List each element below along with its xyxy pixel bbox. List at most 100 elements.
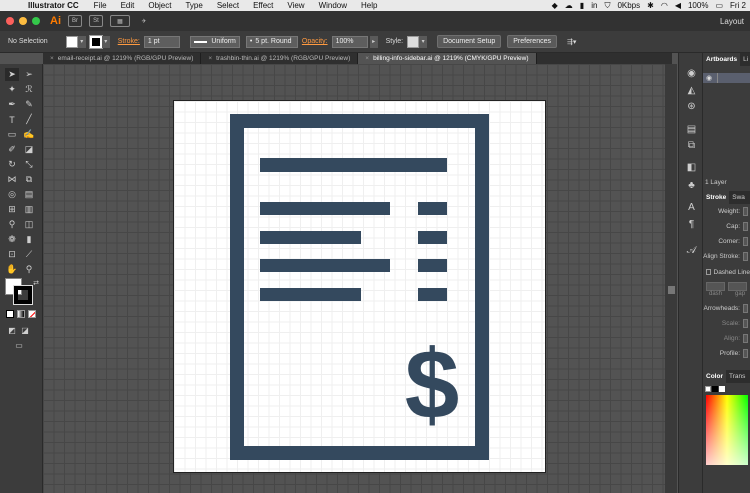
brush-definition[interactable]: • 5 pt. Round [245, 35, 298, 48]
tab-libraries[interactable]: Li [740, 56, 750, 63]
paintbrush-tool-icon[interactable]: ✍ [22, 128, 36, 141]
dropbox-icon[interactable]: ◆ [552, 1, 558, 10]
minimize-window-button[interactable] [19, 17, 27, 25]
scale-tool-icon[interactable]: ⤡ [22, 158, 36, 171]
gradient-mode-button[interactable] [17, 310, 25, 318]
tab-billing-info-sidebar[interactable]: × billing-info-sidebar.ai @ 1219% (CMYK/… [358, 53, 537, 64]
opacity-dropdown-icon[interactable]: ▸ [369, 35, 378, 48]
stroke-dropdown-icon[interactable]: ▾ [101, 35, 110, 48]
symbol-sprayer-tool-icon[interactable]: ❁ [5, 233, 19, 246]
close-window-button[interactable] [6, 17, 14, 25]
stock-button[interactable]: St [89, 15, 103, 27]
tab-color[interactable]: Color [703, 370, 726, 383]
menu-select[interactable]: Select [210, 1, 246, 10]
rotate-tool-icon[interactable]: ↻ [5, 158, 19, 171]
swap-fill-stroke-icon[interactable]: ⇄ [29, 276, 43, 289]
none-swatch[interactable] [705, 386, 711, 392]
color-mode-button[interactable] [6, 310, 14, 318]
align-stroke-buttons[interactable] [743, 252, 748, 261]
close-tab-icon[interactable]: × [50, 55, 54, 62]
black-swatch[interactable] [712, 386, 718, 392]
bookmark-icon[interactable]: ▮ [580, 1, 584, 10]
corner-buttons[interactable] [743, 237, 748, 246]
bridge-button[interactable]: Br [68, 15, 82, 27]
screen-mode-icon[interactable]: ▭ [12, 339, 26, 352]
menu-file[interactable]: File [87, 1, 114, 10]
character-icon[interactable]: A [685, 201, 698, 214]
app-menu[interactable]: Illustrator CC [24, 1, 87, 10]
shape-builder-tool-icon[interactable]: ◎ [5, 188, 19, 201]
rectangle-tool-icon[interactable]: ▭ [5, 128, 19, 141]
opacity-label[interactable]: Opacity: [302, 38, 328, 45]
curvature-tool-icon[interactable]: ✎ [22, 98, 36, 111]
mesh-tool-icon[interactable]: ⊞ [5, 203, 19, 216]
close-tab-icon[interactable]: × [208, 55, 212, 62]
pen-tool-icon[interactable]: ✒ [5, 98, 19, 111]
canvas-area[interactable]: $ [43, 64, 672, 493]
menu-object[interactable]: Object [141, 1, 178, 10]
graphic-style-swatch[interactable] [407, 35, 420, 48]
draw-behind-icon[interactable]: ◪ [18, 324, 32, 337]
fill-dropdown-icon[interactable]: ▾ [77, 35, 86, 48]
volume-icon[interactable]: ◀ [675, 1, 681, 10]
color-guide-icon[interactable]: ◉ [685, 67, 698, 80]
zoom-tool-icon[interactable]: ⚲ [22, 263, 36, 276]
column-graph-tool-icon[interactable]: ▮ [22, 233, 36, 246]
tab-email-receipt[interactable]: × email-receipt.ai @ 1219% (RGB/GPU Prev… [43, 53, 202, 64]
hand-tool-icon[interactable]: ✋ [5, 263, 19, 276]
dash-field[interactable] [706, 282, 725, 291]
brushes-icon[interactable]: ◭ [685, 84, 698, 97]
battery-icon[interactable]: ▭ [715, 1, 723, 10]
gap-field[interactable] [728, 282, 747, 291]
tab-swatches[interactable]: Swa [729, 194, 748, 201]
lasso-tool-icon[interactable]: ℛ [22, 83, 36, 96]
menu-effect[interactable]: Effect [246, 1, 280, 10]
profile-dropdown[interactable] [743, 349, 748, 358]
gradient-tool-icon[interactable]: ▥ [22, 203, 36, 216]
line-tool-icon[interactable]: ╱ [22, 113, 36, 126]
stroke-label[interactable]: Stroke: [118, 38, 140, 45]
dashed-line-checkbox[interactable] [706, 269, 711, 275]
artboard[interactable]: $ [173, 100, 546, 473]
magic-wand-tool-icon[interactable]: ✦ [5, 83, 19, 96]
slice-tool-icon[interactable]: ⟋ [22, 248, 36, 261]
style-dropdown-icon[interactable]: ▾ [419, 35, 428, 48]
gpu-performance-icon[interactable]: ✈ [137, 15, 151, 27]
wifi-icon[interactable]: ◠ [661, 1, 668, 10]
shield-icon[interactable]: ⛉ [604, 1, 610, 11]
preferences-button[interactable]: Preferences [507, 35, 557, 48]
tab-trashbin-thin[interactable]: × trashbin-thin.ai @ 1219% (RGB/GPU Prev… [201, 53, 359, 64]
artboard-tool-icon[interactable]: ⊡ [5, 248, 19, 261]
scroll-thumb[interactable] [668, 286, 675, 294]
eraser-tool-icon[interactable]: ◪ [22, 143, 36, 156]
tab-artboards[interactable]: Artboards [703, 53, 741, 66]
vertical-scrollbar[interactable] [665, 64, 677, 493]
menu-type[interactable]: Type [178, 1, 209, 10]
tab-stroke[interactable]: Stroke [703, 191, 730, 204]
zoom-window-button[interactable] [32, 17, 40, 25]
tab-transparency[interactable]: Trans [726, 373, 748, 380]
align-buttons[interactable] [743, 334, 748, 343]
menu-view[interactable]: View [280, 1, 311, 10]
arrowheads-dropdown[interactable] [743, 304, 748, 313]
arrange-documents-icon[interactable]: ▦ [110, 15, 130, 27]
variable-width-profile[interactable]: Uniform [189, 35, 240, 48]
cap-buttons[interactable] [743, 222, 748, 231]
layer-row[interactable]: ◉ [703, 73, 750, 83]
symbols-icon[interactable]: ♣ [685, 179, 698, 192]
bluetooth-icon[interactable]: ✱ [647, 1, 654, 10]
opentype-icon[interactable]: 𝒜 [685, 244, 698, 257]
blend-tool-icon[interactable]: ◫ [22, 218, 36, 231]
selection-tool-icon[interactable]: ➤ [5, 68, 19, 81]
eyedropper-tool-icon[interactable]: ⚲ [5, 218, 19, 231]
clock[interactable]: Fri 2 [730, 1, 746, 10]
menu-edit[interactable]: Edit [114, 1, 142, 10]
weight-field[interactable] [743, 207, 748, 216]
pathfinder-icon[interactable]: ◧ [685, 161, 698, 174]
perspective-grid-tool-icon[interactable]: ▤ [22, 188, 36, 201]
linkedin-icon[interactable]: in [591, 1, 597, 10]
menu-help[interactable]: Help [354, 1, 384, 10]
draw-mode-icon[interactable]: ◩ [5, 324, 19, 337]
fill-swatch[interactable] [65, 35, 78, 48]
type-tool-icon[interactable]: T [5, 113, 19, 126]
